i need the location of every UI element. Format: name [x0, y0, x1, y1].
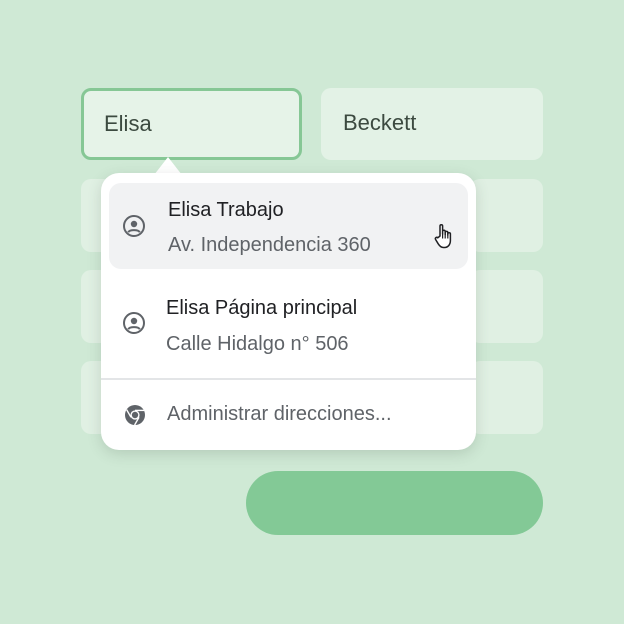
last-name-input[interactable]: Beckett: [321, 88, 543, 160]
autofill-option-work[interactable]: Elisa Trabajo Av. Independencia 360: [109, 183, 468, 269]
hand-cursor-icon: [434, 223, 452, 249]
dropdown-divider: [101, 378, 476, 380]
first-name-value: Elisa: [104, 111, 152, 136]
autofill-option-home[interactable]: Elisa Página principal Calle Hidalgo n° …: [109, 277, 468, 369]
manage-addresses-item[interactable]: Administrar direcciones...: [101, 381, 476, 450]
form-field-placeholder[interactable]: [470, 361, 543, 434]
first-name-input[interactable]: Elisa: [81, 88, 302, 160]
account-circle-icon: [123, 312, 145, 334]
form-field-placeholder[interactable]: [470, 179, 543, 252]
autofill-option-address: Calle Hidalgo n° 506: [166, 333, 349, 355]
autofill-dropdown: Elisa Trabajo Av. Independencia 360 Elis…: [101, 173, 476, 450]
form-field-placeholder[interactable]: [470, 270, 543, 343]
autofill-option-title: Elisa Trabajo: [168, 199, 284, 221]
autofill-option-address: Av. Independencia 360: [168, 234, 371, 256]
last-name-value: Beckett: [343, 110, 417, 135]
account-circle-icon: [123, 215, 145, 237]
autofill-option-title: Elisa Página principal: [166, 297, 358, 319]
chrome-icon: [125, 405, 145, 426]
manage-addresses-label: Administrar direcciones...: [167, 403, 392, 425]
submit-button[interactable]: [246, 471, 543, 535]
